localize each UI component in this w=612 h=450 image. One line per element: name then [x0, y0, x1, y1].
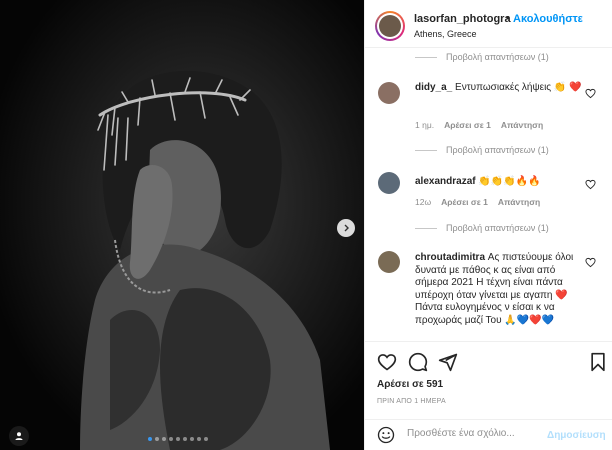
comment-composer: Δημοσίευση	[365, 419, 612, 450]
follow-button[interactable]: Ακολουθήστε	[513, 13, 612, 25]
comment-meta: 12ω Αρέσει σε 1 Απάντηση	[415, 197, 541, 207]
post-date[interactable]: ΠΡΙΝ ΑΠΟ 1 ΗΜΕΡΑ	[377, 398, 446, 405]
post-actions: Αρέσει σε 591 ΠΡΙΝ ΑΠΟ 1 ΗΜΕΡΑ	[365, 341, 612, 419]
carousel-dot	[169, 437, 173, 441]
carousel-dot	[183, 437, 187, 441]
tagged-users-button[interactable]	[9, 426, 29, 446]
header-separator: •	[506, 12, 510, 24]
photo-artwork	[0, 0, 364, 450]
carousel-dot	[197, 437, 201, 441]
post-location[interactable]: Athens, Greece	[414, 29, 477, 39]
avatar[interactable]	[378, 172, 400, 194]
user-tag-icon	[15, 432, 23, 440]
comment-input[interactable]	[407, 428, 547, 439]
heart-icon[interactable]	[377, 352, 397, 372]
comment-author[interactable]: alexandrazaf	[415, 176, 476, 187]
bookmark-icon[interactable]	[589, 352, 607, 372]
comment-text: 👏👏👏🔥🔥	[478, 176, 541, 187]
chevron-right-icon	[344, 224, 349, 232]
carousel-dot	[148, 437, 152, 441]
reply-button[interactable]: Απάντηση	[498, 197, 540, 207]
carousel-dot	[155, 437, 159, 441]
post-side-panel: lasorfan_photogra • Ακολουθήστε Athens, …	[364, 0, 612, 450]
view-replies-button[interactable]: Προβολή απαντήσεων (1)	[415, 52, 549, 62]
view-replies-button[interactable]: Προβολή απαντήσεων (1)	[415, 223, 549, 233]
avatar[interactable]	[378, 251, 400, 273]
post-header: lasorfan_photogra • Ακολουθήστε Athens, …	[365, 0, 612, 48]
share-icon[interactable]	[438, 352, 458, 372]
list-item: chroutadimitra Ας πιστεύουμε όλοι δυνατά…	[415, 252, 585, 327]
heart-icon[interactable]	[585, 179, 596, 190]
carousel-dot	[190, 437, 194, 441]
comment-text: Ας πιστεύουμε όλοι δυνατά με πάθος κ ας …	[415, 252, 574, 326]
avatar[interactable]	[378, 82, 400, 104]
post-comment-button[interactable]: Δημοσίευση	[547, 430, 606, 441]
likes-count[interactable]: Αρέσει σε 591	[377, 379, 443, 390]
next-photo-button[interactable]	[337, 219, 355, 237]
view-replies-button[interactable]: Προβολή απαντήσεων (1)	[415, 145, 549, 155]
author-avatar[interactable]	[375, 11, 405, 41]
comment-text: Εντυπωσιακές λήψεις 👏 ❤️	[455, 82, 582, 93]
reply-button[interactable]: Απάντηση	[501, 120, 543, 130]
comment-author[interactable]: didy_a_	[415, 82, 452, 93]
list-item: didy_a_ Εντυπωσιακές λήψεις 👏 ❤️	[415, 82, 585, 95]
carousel-dot	[176, 437, 180, 441]
heart-icon[interactable]	[585, 88, 596, 99]
carousel-dot	[162, 437, 166, 441]
emoji-icon[interactable]	[377, 426, 395, 444]
comments-list[interactable]: Προβολή απαντήσεων (1) didy_a_ Εντυπωσια…	[365, 49, 612, 341]
author-username[interactable]: lasorfan_photogra	[414, 13, 511, 25]
post-photo[interactable]	[0, 0, 364, 450]
carousel-dot	[204, 437, 208, 441]
comment-author[interactable]: chroutadimitra	[415, 252, 485, 263]
carousel-indicator	[148, 437, 208, 441]
heart-icon[interactable]	[585, 257, 596, 268]
comment-meta: 1 ημ. Αρέσει σε 1 Απάντηση	[415, 120, 544, 130]
comment-icon[interactable]	[408, 352, 428, 372]
list-item: alexandrazaf 👏👏👏🔥🔥	[415, 176, 585, 189]
